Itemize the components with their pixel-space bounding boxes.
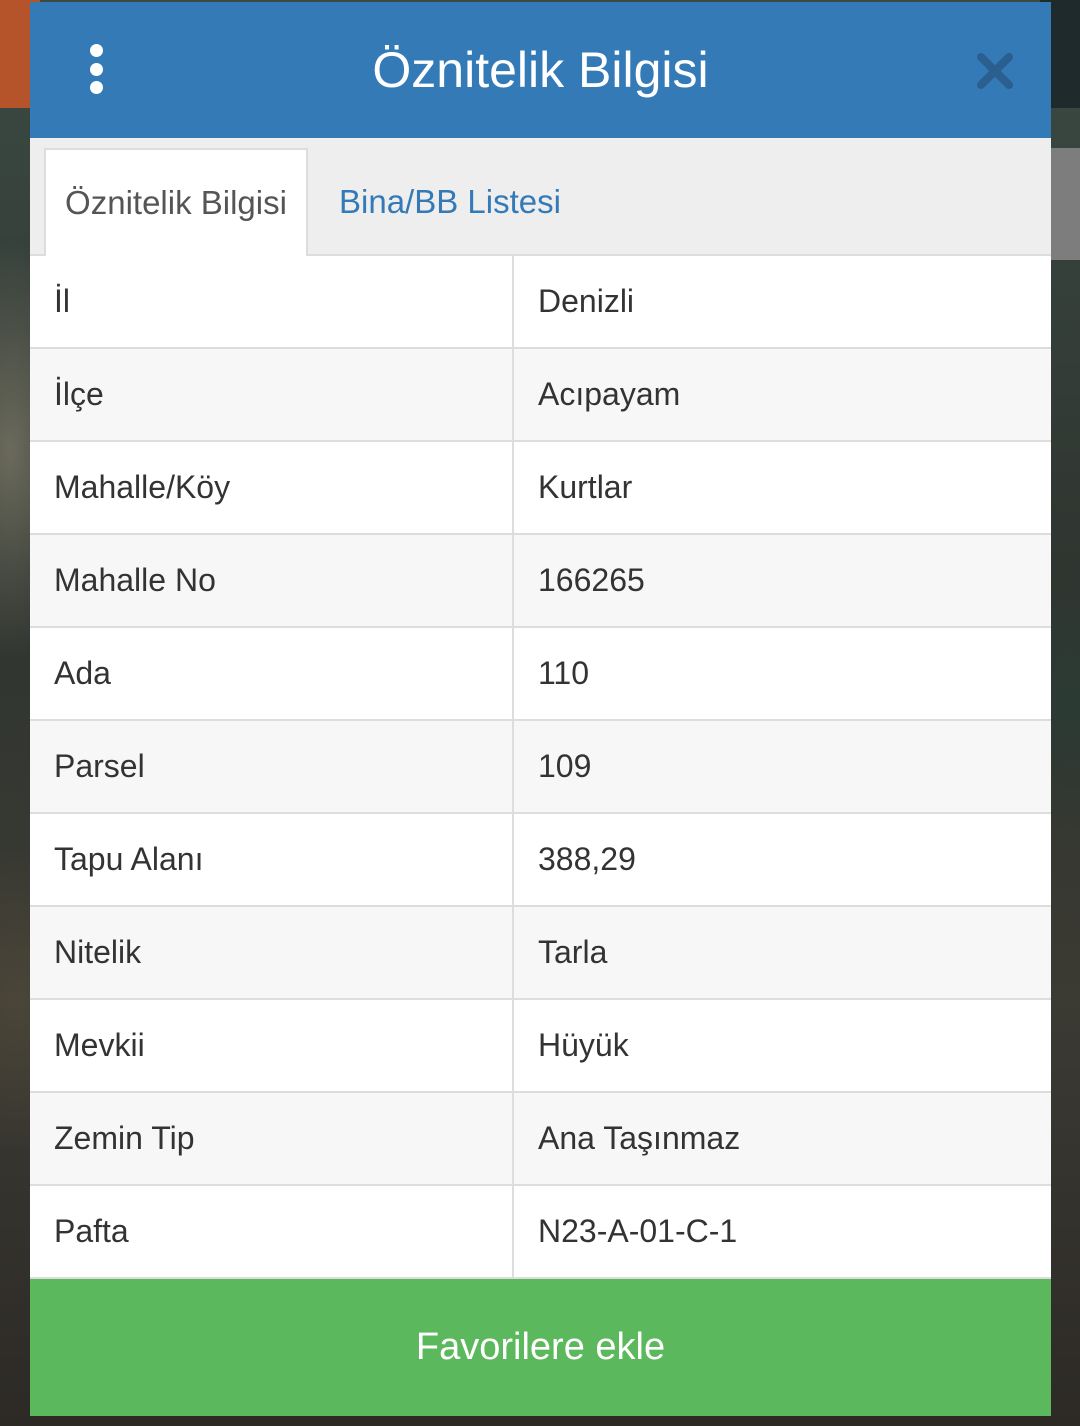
scrollbar[interactable]: [1050, 148, 1080, 260]
table-row: Mahalle/Köy Kurtlar: [30, 442, 1051, 535]
add-to-favorites-button[interactable]: Favorilere ekle: [30, 1279, 1051, 1416]
attribute-label: Zemin Tip: [30, 1093, 514, 1184]
attribute-value: Kurtlar: [538, 469, 633, 505]
tab-attribute-info[interactable]: Öznitelik Bilgisi: [44, 148, 308, 256]
attribute-label: Mahalle No: [30, 535, 514, 626]
attribute-dialog: Öznitelik Bilgisi Öznitelik Bilgisi Bina…: [30, 2, 1051, 1416]
table-row: Zemin Tip Ana Taşınmaz: [30, 1093, 1051, 1186]
tab-building-list[interactable]: Bina/BB Listesi: [339, 148, 561, 256]
attribute-label: İl: [30, 256, 514, 347]
table-row: Mahalle No 166265: [30, 535, 1051, 628]
attribute-label: Pafta: [30, 1186, 514, 1277]
attribute-value: 388,29: [538, 841, 636, 877]
tab-bar: Öznitelik Bilgisi Bina/BB Listesi: [30, 138, 1051, 256]
attribute-label: Tapu Alanı: [30, 814, 514, 905]
close-icon[interactable]: [976, 52, 1014, 90]
attribute-value: Ana Taşınmaz: [538, 1120, 741, 1156]
attribute-value: Acıpayam: [538, 376, 681, 412]
attribute-label: İlçe: [30, 349, 514, 440]
attribute-value: Denizli: [538, 283, 635, 319]
attribute-value: 110: [538, 655, 590, 691]
attribute-value: Tarla: [538, 934, 608, 970]
attribute-label: Ada: [30, 628, 514, 719]
table-row: Ada 110: [30, 628, 1051, 721]
table-row: Parsel 109: [30, 721, 1051, 814]
attribute-value: N23-A-01-C-1: [538, 1213, 738, 1249]
attribute-label: Mevkii: [30, 1000, 514, 1091]
attribute-value: 109: [538, 748, 592, 784]
attribute-label: Parsel: [30, 721, 514, 812]
attribute-value: 166265: [538, 562, 645, 598]
more-vertical-icon[interactable]: [86, 44, 106, 94]
attribute-label: Mahalle/Köy: [30, 442, 514, 533]
table-row: Pafta N23-A-01-C-1: [30, 1186, 1051, 1279]
attribute-value: Hüyük: [538, 1027, 629, 1063]
dialog-header: Öznitelik Bilgisi: [30, 2, 1051, 138]
table-row: İl Denizli: [30, 256, 1051, 349]
attribute-table: İl Denizli İlçe Acıpayam Mahalle/Köy Kurtlar M…: [30, 256, 1051, 1279]
table-row: İlçe Acıpayam: [30, 349, 1051, 442]
table-row: Mevkii Hüyük: [30, 1000, 1051, 1093]
attribute-label: Nitelik: [30, 907, 514, 998]
table-row: Tapu Alanı 388,29: [30, 814, 1051, 907]
dialog-title: Öznitelik Bilgisi: [372, 42, 709, 98]
table-row: Nitelik Tarla: [30, 907, 1051, 1000]
